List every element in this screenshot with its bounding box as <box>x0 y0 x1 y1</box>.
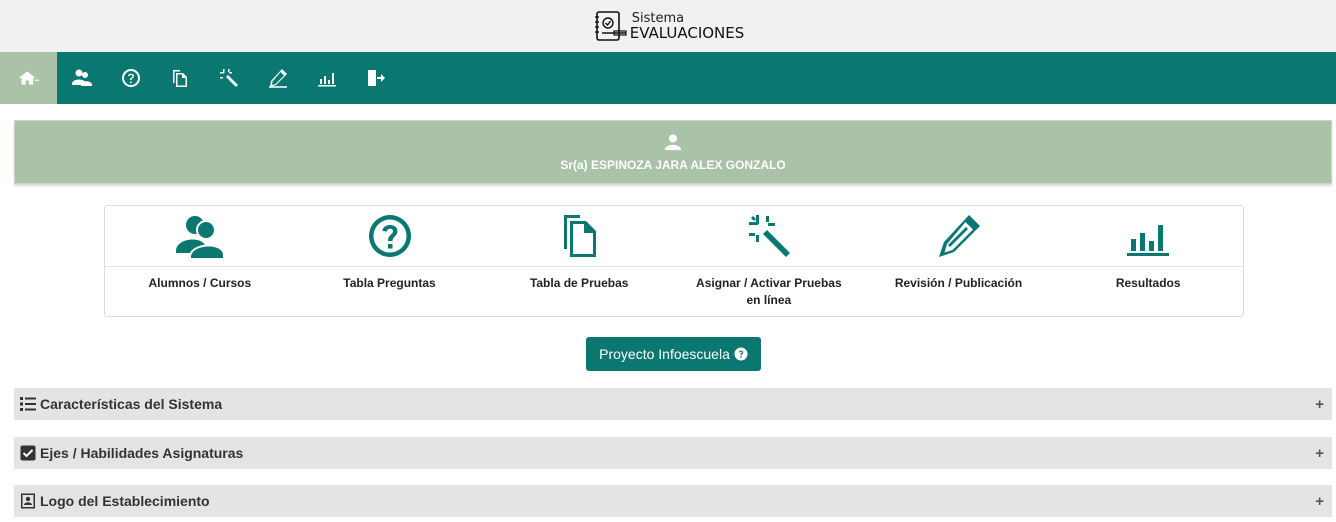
nav-assign[interactable] <box>204 52 253 104</box>
brand[interactable]: Sistema EVALUACIONES <box>592 9 745 43</box>
bar-chart-icon <box>1127 225 1170 256</box>
accordion-title: Características del Sistema <box>40 396 223 412</box>
evaluation-logo-icon <box>594 11 627 41</box>
copy-icon <box>564 215 597 257</box>
module-tests-table[interactable]: Tabla de Pruebas <box>484 206 674 316</box>
module-label: Tabla de Pruebas <box>529 276 629 290</box>
nav-tests[interactable] <box>155 52 204 104</box>
pencil-icon <box>938 215 980 257</box>
nav-results[interactable] <box>302 52 351 104</box>
expand-plus-icon[interactable]: + <box>1315 396 1324 413</box>
module-results[interactable]: Resultados <box>1053 206 1243 316</box>
question-icon <box>368 215 411 257</box>
accordion-title: Ejes / Habilidades Asignaturas <box>40 445 244 461</box>
id-card-icon <box>21 493 35 509</box>
bar-chart-icon <box>317 73 336 87</box>
nav-review[interactable] <box>253 52 302 104</box>
users-icon <box>175 216 224 259</box>
module-label: Alumnos / Cursos <box>148 276 252 290</box>
check-square-icon <box>20 445 36 461</box>
module-questions-table[interactable]: Tabla Preguntas <box>295 206 485 316</box>
module-review-publication[interactable]: Revisión / Publicación <box>864 206 1054 316</box>
top-header: Sistema EVALUACIONES <box>0 0 1336 52</box>
project-infoescuela-button[interactable]: Proyecto Infoescuela <box>586 337 761 371</box>
main-navbar <box>0 52 1336 104</box>
magic-wand-icon <box>748 215 790 257</box>
module-students-courses[interactable]: Alumnos / Cursos <box>105 206 295 316</box>
user-banner: Sr(a) ESPINOZA JARA ALEX GONZALO <box>14 120 1332 184</box>
accordion-system-features[interactable]: Características del Sistema + <box>14 388 1332 420</box>
nav-logout[interactable] <box>351 52 400 104</box>
user-name: Sr(a) ESPINOZA JARA ALEX GONZALO <box>560 158 786 172</box>
pencil-icon <box>268 69 287 88</box>
module-label: Resultados <box>1115 276 1181 290</box>
expand-plus-icon[interactable]: + <box>1315 493 1324 510</box>
module-label: Tabla Preguntas <box>343 276 436 290</box>
expand-plus-icon[interactable]: + <box>1315 445 1324 462</box>
brand-small-text: Sistema <box>631 10 685 26</box>
question-circle-icon <box>734 347 748 361</box>
module-label: Revisión / Publicación <box>894 276 1023 290</box>
module-label: Asignar / Activar Pruebas en línea <box>696 276 842 307</box>
project-button-label: Proyecto Infoescuela <box>599 346 730 362</box>
nav-questions[interactable] <box>106 52 155 104</box>
user-icon <box>664 134 682 151</box>
question-icon <box>121 69 140 87</box>
nav-users[interactable] <box>57 52 106 104</box>
accordion-school-logo[interactable]: Logo del Establecimiento + <box>14 485 1332 517</box>
logout-icon <box>367 70 385 86</box>
list-icon <box>20 397 36 411</box>
brand-main-text: EVALUACIONES <box>629 23 745 42</box>
module-assign-activate-tests[interactable]: Asignar / Activar Pruebas en línea <box>674 206 864 316</box>
users-icon <box>71 69 92 86</box>
nav-home[interactable] <box>0 52 57 104</box>
accordion-axes-skills[interactable]: Ejes / Habilidades Asignaturas + <box>14 437 1332 469</box>
accordion-title: Logo del Establecimiento <box>40 493 210 509</box>
home-icon <box>18 71 39 85</box>
modules-panel: Alumnos / Cursos Tabla Preguntas Tabla d… <box>104 205 1244 317</box>
copy-icon <box>172 70 187 87</box>
magic-wand-icon <box>219 69 238 87</box>
